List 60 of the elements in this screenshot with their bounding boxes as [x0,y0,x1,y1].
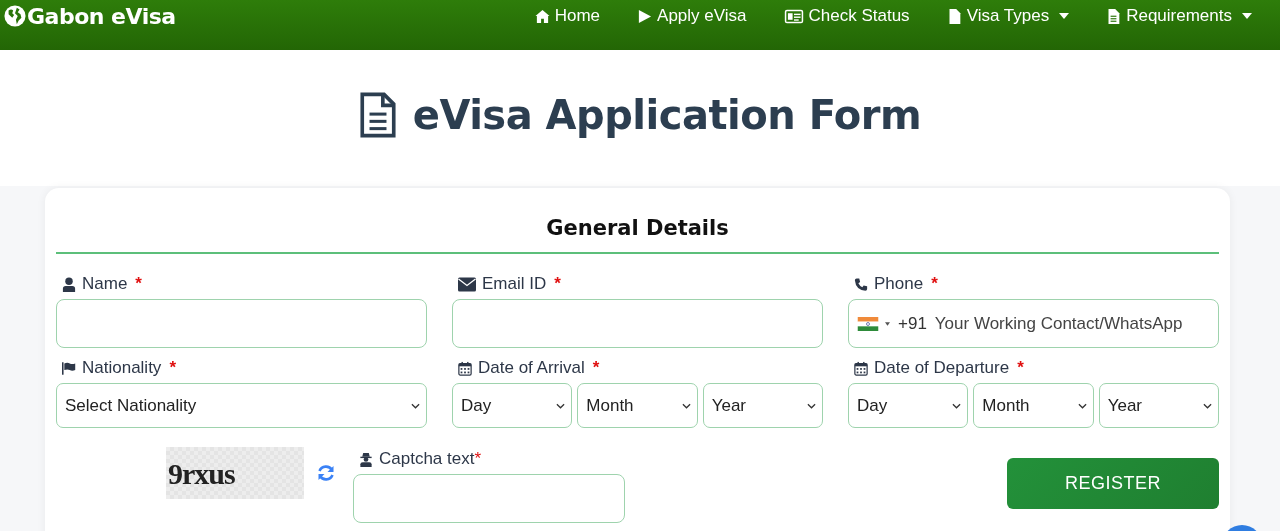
phone-icon [854,276,868,292]
captcha-field[interactable] [353,474,625,523]
envelope-icon [458,276,476,292]
document-icon [1106,8,1122,24]
select-field[interactable]: Month [577,383,698,428]
field-label: Email ID [482,274,547,294]
calendar-icon [854,360,868,376]
select-field[interactable]: Year [1098,383,1219,428]
field-label: Name [82,274,128,294]
register-button[interactable]: REGISTER [1007,458,1219,509]
chevron-down-icon [681,402,691,409]
chevron-down-icon [807,402,816,409]
nav-link[interactable]: Requirements [1106,6,1252,26]
refresh-icon[interactable] [316,463,336,483]
select-field[interactable]: Day [848,383,969,428]
brand-name[interactable]: Gabon eVisa [27,3,176,29]
phone-field[interactable]: +91 Your Working Contact/WhatsApp [848,299,1219,348]
chevron-down-icon [556,402,566,409]
chevron-down-icon [1203,402,1212,409]
play-icon [637,8,653,24]
select-field[interactable]: Select Nationality [56,383,427,428]
required-mark: * [931,274,938,294]
user-secret-icon [359,451,373,467]
calendar-icon [458,360,472,376]
text-field[interactable] [452,299,823,348]
flag-icon [857,316,879,331]
dial-code: +91 [898,313,927,334]
required-mark: * [135,274,142,294]
user-icon [62,276,76,292]
section-title: General Details [56,216,1219,254]
home-icon [534,8,550,24]
required-mark: * [554,274,561,294]
document-icon [358,92,397,138]
required-mark: * [1017,358,1024,378]
nav-link[interactable]: Home [534,6,601,26]
nav-link[interactable]: Apply eVisa [637,6,747,26]
chevron-down-icon [1077,402,1087,409]
captcha-image: 9rxus [166,447,304,499]
field-label: Nationality [82,358,162,378]
required-mark: * [169,358,176,378]
required-mark: * [592,358,600,378]
field-label: Captcha text [379,449,475,469]
field-label: Date of Departure [874,358,1010,378]
country-picker[interactable] [857,316,890,331]
select-field[interactable]: Month [973,383,1094,428]
field-label: Phone [874,274,924,294]
field-label: Date of Arrival [478,358,585,378]
globe-icon [4,5,26,27]
flag-icon [62,360,76,376]
chevron-down-icon [952,402,962,409]
id-card-icon [783,8,804,24]
required-mark: * [474,449,482,469]
page-title: eVisa Application Form [412,92,922,138]
caret-icon [885,321,890,326]
text-field[interactable] [56,299,427,348]
nav-link[interactable]: Visa Types [946,6,1070,26]
chevron-down-icon [411,402,420,409]
select-field[interactable]: Year [702,383,823,428]
select-field[interactable]: Day [452,383,573,428]
nav-link[interactable]: Check Status [783,6,910,26]
